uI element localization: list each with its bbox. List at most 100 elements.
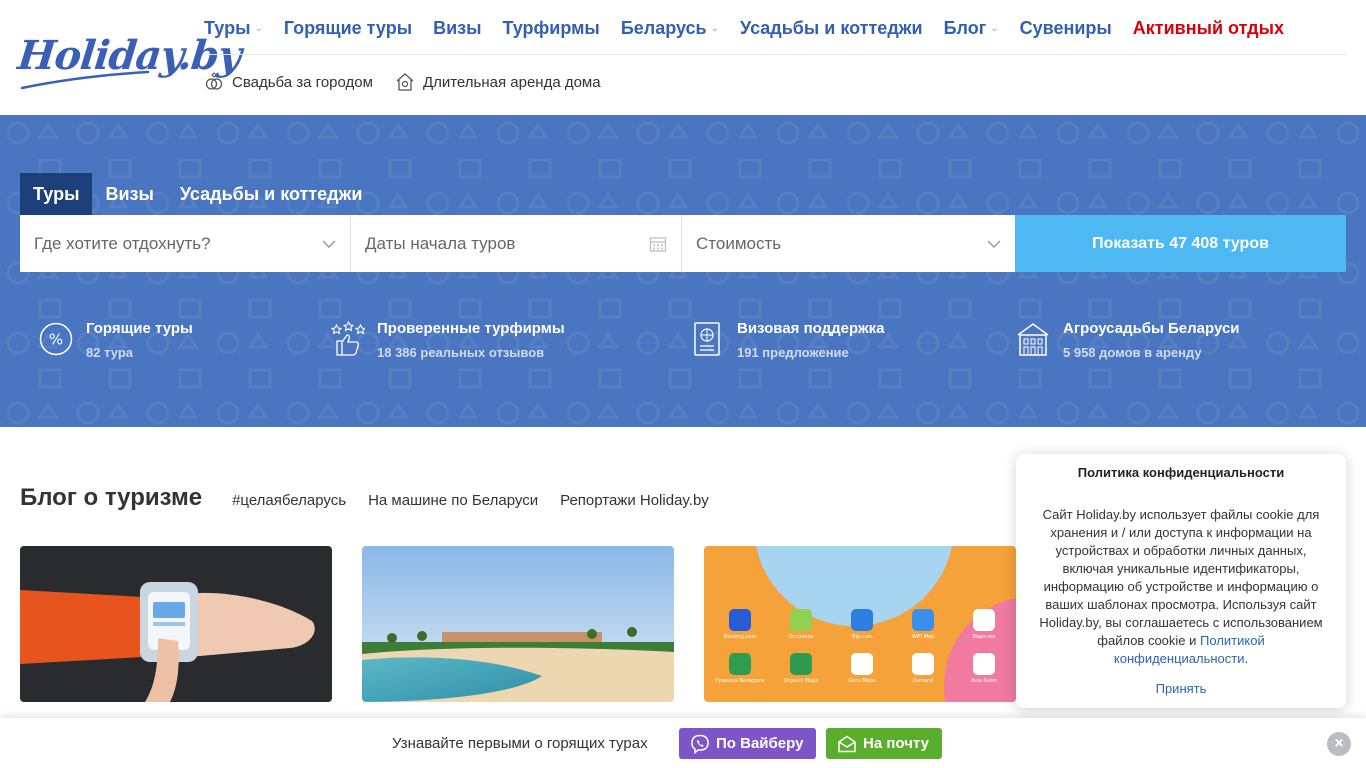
- sub-nav: Свадьба за городом Длительная аренда дом…: [204, 72, 623, 92]
- blog-card-smartwatch[interactable]: [20, 546, 332, 702]
- subnav-wedding[interactable]: Свадьба за городом: [204, 72, 373, 92]
- feature-hot-tours[interactable]: % Горящие туры 82 тура: [38, 321, 193, 360]
- chevron-down-icon: ⌄: [710, 22, 719, 34]
- blog-tag-car-trips[interactable]: На машине по Беларуси: [368, 492, 538, 509]
- search-tabs: Туры Визы Усадьбы и коттеджи: [20, 173, 375, 215]
- blog-tag-belarus[interactable]: #целаябеларусь: [232, 492, 346, 509]
- blog-header: Блог о туризме #целаябеларусь На машине …: [20, 484, 731, 512]
- nav-item-active-rest[interactable]: Активный отдых: [1133, 18, 1284, 39]
- calendar-icon: [649, 236, 667, 252]
- nav-item-blog[interactable]: Блог ⌄: [944, 18, 999, 39]
- feature-title: Агроусадьбы Беларуси: [1063, 320, 1240, 337]
- feature-title: Проверенные турфирмы: [377, 320, 565, 337]
- app-icon: [729, 653, 751, 675]
- rings-icon: [205, 72, 223, 90]
- nav-item-tours[interactable]: Туры ⌄: [204, 18, 263, 39]
- blog-card-travel-apps[interactable]: Booking.com Островок Trip.com WiFi Map Maps.…: [704, 546, 1016, 702]
- subscribe-text: Узнавайте первыми о горящих турах: [392, 735, 648, 752]
- logo-swoosh-icon: [20, 70, 150, 90]
- app-label: Островок: [789, 634, 814, 640]
- app-icon: [729, 609, 751, 631]
- estate-icon: [1017, 323, 1049, 356]
- app-icon: [973, 609, 995, 631]
- blog-tag-reports[interactable]: Репортажи Holiday.by: [560, 492, 709, 509]
- chevron-down-icon: [322, 239, 336, 248]
- feature-title: Горящие туры: [86, 320, 193, 337]
- app-label: Organic Maps: [784, 678, 819, 684]
- feature-visas[interactable]: Визовая поддержка 191 предложение: [689, 321, 884, 360]
- svg-text:%: %: [49, 331, 63, 349]
- nav-item-hot-tours[interactable]: Горящие туры: [284, 18, 412, 39]
- feature-title: Визовая поддержка: [737, 320, 885, 337]
- viber-label: По Вайберу: [716, 735, 804, 752]
- app-icon: [790, 653, 812, 675]
- hero-search-section: Туры Визы Усадьбы и коттеджи Где хотите …: [0, 115, 1366, 427]
- beach-photo: [362, 546, 674, 702]
- cookie-title: Политика конфиденциальности: [1077, 465, 1285, 480]
- subnav-long-rent[interactable]: Длительная аренда дома: [395, 72, 601, 92]
- app-label: WiFi Map: [912, 634, 934, 640]
- house-icon: [396, 73, 414, 91]
- app-label: Граница Беларуси: [716, 678, 765, 684]
- search-form: Где хотите отдохнуть? Даты начала туров …: [20, 215, 1346, 272]
- app-icon: [851, 653, 873, 675]
- feature-sub: 82 тура: [86, 345, 133, 360]
- nav-item-visas[interactable]: Визы: [433, 18, 481, 39]
- percent-icon: %: [39, 322, 73, 356]
- accept-cookies-button[interactable]: Принять: [1034, 681, 1328, 696]
- subscribe-viber-button[interactable]: По Вайберу: [679, 728, 816, 759]
- mail-label: На почту: [863, 735, 929, 752]
- cookie-body: Сайт Holiday.by использует файлы cookie …: [1039, 507, 1323, 648]
- site-logo[interactable]: Holiday.by: [16, 22, 243, 94]
- app-icon: [790, 609, 812, 631]
- app-label: Booking.com: [724, 634, 757, 640]
- feature-sub: 191 предложение: [737, 345, 849, 360]
- cookie-consent-dialog: Политика конфиденциальности Сайт Holiday…: [1016, 454, 1346, 708]
- app-icon: [912, 653, 934, 675]
- app-label: Osmand: [913, 678, 934, 684]
- smartwatch-photo: [20, 546, 332, 702]
- feature-estates[interactable]: Агроусадьбы Беларуси 5 958 домов в аренд…: [1015, 321, 1240, 360]
- nav-item-souvenirs[interactable]: Сувениры: [1020, 18, 1112, 39]
- app-icon: [912, 609, 934, 631]
- dates-placeholder: Даты начала туров: [365, 233, 516, 253]
- tab-estates[interactable]: Усадьбы и коттеджи: [167, 173, 376, 215]
- close-bar-button[interactable]: ×: [1327, 732, 1351, 756]
- chevron-down-icon: ⌄: [254, 22, 263, 34]
- feature-agencies[interactable]: Проверенные турфирмы 18 386 реальных отз…: [329, 321, 565, 360]
- price-placeholder: Стоимость: [696, 233, 782, 253]
- tab-tours[interactable]: Туры: [20, 173, 93, 215]
- chevron-down-icon: [987, 239, 1001, 248]
- app-icon: [973, 653, 995, 675]
- show-tours-button[interactable]: Показать 47 408 туров: [1015, 215, 1346, 272]
- destination-placeholder: Где хотите отдохнуть?: [34, 233, 211, 253]
- app-label: Guru Maps: [848, 678, 875, 684]
- phone-apps-screenshot: Booking.com Островок Trip.com WiFi Map Maps.…: [704, 546, 1016, 702]
- nav-divider: [204, 54, 1346, 55]
- app-label: Trip.com: [850, 634, 872, 640]
- app-label: Maps.me: [973, 634, 996, 640]
- site-header: Holiday.by Туры ⌄ Горящие туры Визы Турфи…: [0, 0, 1366, 115]
- nav-item-estates[interactable]: Усадьбы и коттеджи: [740, 18, 923, 39]
- app-icon: [851, 609, 873, 631]
- subscribe-email-button[interactable]: На почту: [826, 728, 942, 759]
- dates-input[interactable]: Даты начала туров: [351, 215, 682, 272]
- subscribe-bar: Узнавайте первыми о горящих турах По Вай…: [0, 718, 1366, 768]
- tab-visas[interactable]: Визы: [92, 173, 166, 215]
- features-row: % Горящие туры 82 тура Проверенные турфи…: [0, 321, 1366, 361]
- price-select[interactable]: Стоимость: [682, 215, 1015, 272]
- thumbs-up-stars-icon: [330, 321, 365, 356]
- main-nav: Туры ⌄ Горящие туры Визы Турфирмы Беларус…: [204, 14, 1305, 42]
- cookie-period: .: [1244, 651, 1249, 666]
- destination-select[interactable]: Где хотите отдохнуть?: [20, 215, 351, 272]
- blog-title: Блог о туризме: [20, 484, 203, 511]
- nav-item-belarus[interactable]: Беларусь ⌄: [621, 18, 719, 39]
- feature-sub: 5 958 домов в аренду: [1063, 345, 1202, 360]
- envelope-icon: [838, 735, 856, 752]
- blog-card-beach[interactable]: [362, 546, 674, 702]
- viber-icon: [691, 734, 709, 754]
- nav-item-agencies[interactable]: Турфирмы: [502, 18, 599, 39]
- cookie-text: Сайт Holiday.by использует файлы cookie …: [1034, 506, 1328, 668]
- feature-sub: 18 386 реальных отзывов: [377, 345, 545, 360]
- passport-icon: [694, 322, 720, 356]
